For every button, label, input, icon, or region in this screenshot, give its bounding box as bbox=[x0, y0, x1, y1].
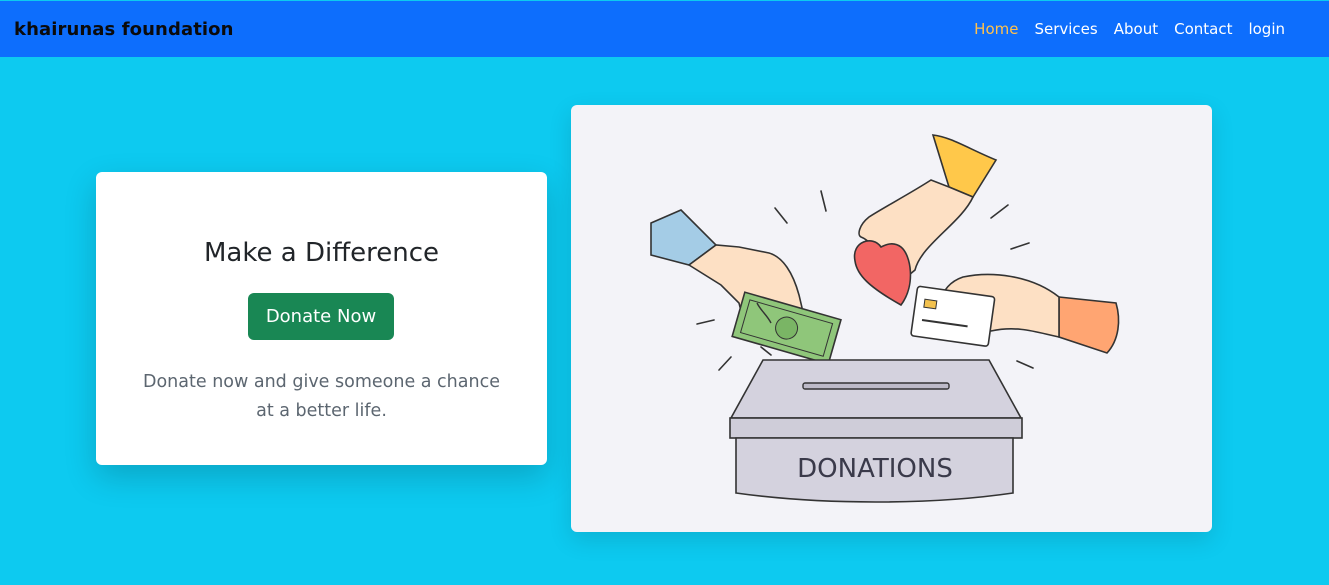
donate-now-button[interactable]: Donate Now bbox=[248, 293, 394, 340]
donation-box: DONATIONS bbox=[729, 359, 1023, 503]
hand-with-card bbox=[910, 273, 1120, 354]
hand-with-money bbox=[650, 209, 842, 365]
hero-title: Make a Difference bbox=[204, 238, 439, 268]
donations-box-label: DONATIONS bbox=[797, 454, 953, 484]
nav-link-contact[interactable]: Contact bbox=[1174, 20, 1232, 38]
navbar: khairunas foundation Home Services About… bbox=[0, 1, 1329, 57]
nav-links: Home Services About Contact login bbox=[974, 20, 1285, 38]
hero-description: Donate now and give someone a chance at … bbox=[143, 372, 500, 421]
donation-illustration: DONATIONS bbox=[571, 105, 1212, 532]
hero-card: Make a Difference Donate Now Donate now … bbox=[96, 172, 547, 465]
nav-link-services[interactable]: Services bbox=[1034, 20, 1097, 38]
nav-link-about[interactable]: About bbox=[1114, 20, 1158, 38]
donation-illustration-svg: DONATIONS bbox=[650, 134, 1120, 503]
brand-logo[interactable]: khairunas foundation bbox=[14, 19, 234, 40]
nav-link-home[interactable]: Home bbox=[974, 20, 1018, 38]
nav-link-login[interactable]: login bbox=[1248, 20, 1285, 38]
